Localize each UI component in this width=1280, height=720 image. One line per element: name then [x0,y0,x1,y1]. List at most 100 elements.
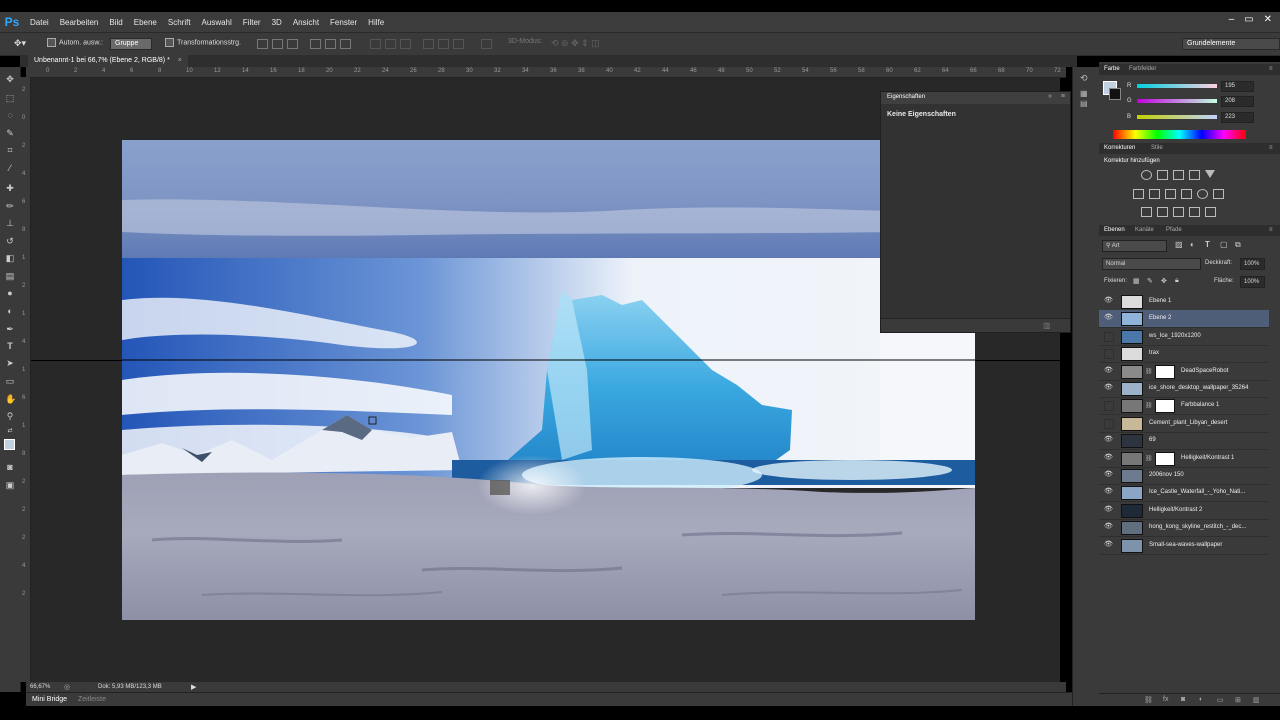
levels-icon[interactable] [1157,170,1168,180]
posterize-icon[interactable] [1157,207,1168,217]
menu-bearbeiten[interactable]: Bearbeiten [60,18,99,27]
panel-menu-icon[interactable]: ≡ [1269,145,1273,151]
visibility-eye-icon[interactable] [1104,349,1114,360]
visibility-eye-icon[interactable] [1104,418,1114,429]
channel-mixer-icon[interactable] [1197,189,1208,199]
history-brush-tool-icon[interactable]: ↺ [5,237,15,246]
visibility-eye-icon[interactable]: 👁︎ [1104,454,1113,462]
tab-mini-bridge[interactable]: Mini Bridge [32,696,67,703]
clone-stamp-tool-icon[interactable]: ⊥ [5,219,15,228]
visibility-eye-icon[interactable]: 👁︎ [1104,384,1113,392]
transform-controls-checkbox[interactable]: Transformationsstrg. [165,38,241,47]
align-vcenter-icon[interactable] [272,39,283,49]
menu-filter[interactable]: Filter [243,18,261,27]
status-menu-arrow-icon[interactable]: ▶ [191,683,196,691]
eraser-tool-icon[interactable]: ◧ [5,254,15,263]
auto-align-icon[interactable] [481,39,492,49]
menu-datei[interactable]: Datei [30,18,49,27]
quick-select-tool-icon[interactable]: ✎ [5,129,15,138]
close-tab-icon[interactable]: × [178,57,182,64]
distribute-vcenter-icon[interactable] [385,39,396,49]
panel-menu-icon[interactable]: ≡ [1269,227,1273,233]
mask-link-icon[interactable]: ⛓ [1145,455,1153,462]
blend-mode-dropdown[interactable]: Normal [1102,258,1201,270]
r-value[interactable]: 195 [1221,81,1254,92]
gradient-map-icon[interactable] [1189,207,1200,217]
new-adjustment-icon[interactable]: ◐ [1199,696,1203,703]
guide-line-left[interactable] [31,360,122,361]
align-left-icon[interactable] [310,39,321,49]
b-slider[interactable] [1137,115,1217,119]
new-group-icon[interactable]: ▭ [1217,696,1224,704]
align-right-icon[interactable] [340,39,351,49]
tab-kanaele[interactable]: Kanäle [1135,227,1154,233]
hue-saturation-icon[interactable] [1133,189,1144,199]
g-value[interactable]: 208 [1221,96,1254,107]
layer-filter-dropdown[interactable]: ⚲ Art [1102,240,1167,252]
shape-tool-icon[interactable]: ▭ [5,377,15,386]
move-tool-icon[interactable]: ✥ [5,75,15,84]
screen-mode-icon[interactable]: ▣ [5,481,15,490]
layer-row[interactable]: 👁︎ ice_shore_desktop_wallpaper_35264 [1099,380,1269,398]
path-select-tool-icon[interactable]: ➤ [5,359,15,368]
foreground-color-swatch[interactable] [4,439,15,450]
pen-tool-icon[interactable]: ✒ [5,325,15,334]
layer-row[interactable]: 👁︎ 2006nov 150 [1099,467,1269,485]
move-tool-icon[interactable]: ✥▾ [14,38,26,49]
minimize-button[interactable]: – [1229,14,1235,25]
properties-icon[interactable]: ▤ [1080,99,1088,108]
color-lookup-icon[interactable] [1213,189,1224,199]
auto-select-dropdown[interactable]: Gruppe [110,38,152,50]
layer-row[interactable]: Cement_plant_Libyan_desert [1099,415,1269,433]
hand-tool-icon[interactable]: ✋ [5,395,16,404]
visibility-eye-icon[interactable]: 👁︎ [1104,523,1113,531]
visibility-eye-icon[interactable]: 👁︎ [1104,506,1113,514]
link-layers-icon[interactable]: ⛓ [1144,696,1153,704]
canvas-image[interactable] [122,140,975,620]
visibility-eye-icon[interactable]: 👁︎ [1104,471,1113,479]
auto-select-checkbox[interactable]: Autom. ausw.: [47,38,103,47]
distribute-hcenter-icon[interactable] [438,39,449,49]
filter-type-icon[interactable]: T [1205,240,1210,249]
visibility-eye-icon[interactable]: 👁︎ [1104,541,1113,549]
brightness-icon[interactable] [1141,170,1152,180]
layer-row[interactable]: 👁︎ Ice_Castle_Waterfall_-_Yoho_Nati... [1099,484,1269,503]
visibility-eye-icon[interactable]: 👁︎ [1104,297,1113,305]
exposure-icon[interactable] [1189,170,1200,180]
layer-mask-thumbnail[interactable] [1155,364,1175,379]
zoom-tool-icon[interactable]: ⚲ [5,412,15,421]
status-info-icon[interactable]: ◎ [64,683,70,691]
mask-link-icon[interactable]: ⛓ [1145,402,1153,409]
photo-filter-icon[interactable] [1181,189,1192,199]
layer-row[interactable]: 👁︎ 69 [1099,432,1269,451]
color-balance-icon[interactable] [1149,189,1160,199]
visibility-eye-icon[interactable] [1104,401,1114,412]
r-slider[interactable] [1137,84,1217,88]
maximize-button[interactable]: ▭ [1244,14,1253,25]
menu-ansicht[interactable]: Ansicht [293,18,319,27]
curves-icon[interactable] [1173,170,1184,180]
collapse-icon[interactable]: » [1048,93,1052,100]
vibrance-icon[interactable] [1205,170,1215,178]
lock-transparency-icon[interactable]: ▦ [1133,277,1140,285]
mask-link-icon[interactable]: ⛓ [1145,368,1153,375]
visibility-eye-icon[interactable]: 👁︎ [1104,436,1113,444]
filter-smart-object-icon[interactable]: ⧉ [1235,240,1241,250]
menu-bild[interactable]: Bild [109,18,122,27]
distribute-top-icon[interactable] [370,39,381,49]
tab-farbe[interactable]: Farbe [1104,66,1120,72]
lock-all-icon[interactable]: 🔒︎ [1175,277,1179,285]
bg-color-swatch[interactable] [1109,88,1121,100]
color-spectrum[interactable] [1113,130,1246,139]
add-mask-icon[interactable]: ◙ [1181,696,1185,703]
menu-hilfe[interactable]: Hilfe [368,18,384,27]
swap-colors-icon[interactable]: ⇄ [5,427,15,436]
healing-brush-tool-icon[interactable]: ✚ [5,184,15,193]
new-layer-icon[interactable]: ⊞ [1235,696,1241,704]
tab-korrekturen[interactable]: Korrekturen [1104,145,1135,151]
g-slider[interactable] [1137,99,1217,103]
layer-mask-thumbnail[interactable] [1155,399,1175,414]
visibility-eye-icon[interactable]: 👁︎ [1104,488,1113,496]
tab-stile[interactable]: Stile [1151,145,1163,151]
invert-icon[interactable] [1141,207,1152,217]
